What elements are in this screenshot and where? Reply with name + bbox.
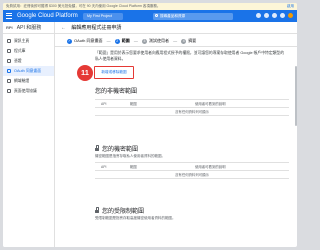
- step-label-2[interactable]: 範圍: [122, 38, 130, 43]
- stepper: ✓ OAuth 同意畫面 — 2 範圍 — 3 測試使用者 — 4 摘要: [55, 34, 297, 47]
- scopes-description: 「範圍」是用於表示您要求使用者向應用程式授予的權限，並可讓您的專案存取使用者 G…: [95, 51, 285, 61]
- section-subtitle: 機密範圍是指會存取私人使用者資料的範圍。: [95, 154, 165, 158]
- step-separator: —: [173, 38, 178, 43]
- step-number-4: 4: [181, 39, 187, 44]
- top-icons: [256, 13, 293, 18]
- search-icon: [155, 14, 158, 18]
- consent-icon: [7, 68, 11, 73]
- non-sensitive-scopes-section: 您的非機密範圍 API 範圍 使用者可看到的說明 沒有任何資料列可顯示: [95, 88, 289, 116]
- scopes-table: API 範圍 使用者可看到的說明 沒有任何資料列可顯示: [95, 99, 289, 116]
- more-icon[interactable]: [280, 13, 285, 18]
- sidebar-item-page-usage[interactable]: 頁面使用協議: [3, 86, 54, 96]
- section-title: 您的受限制範圍: [95, 207, 289, 216]
- section-title: 您的非機密範圍: [95, 89, 138, 95]
- free-trial-text: 免費試用：註冊後即可獲得 $300 美元抵免額，可在 90 天內使用 Googl…: [6, 4, 161, 8]
- restricted-scopes-section: 您的受限制範圍 受限制範圍是指會存取高度機密使用者資料的範圍。: [95, 207, 289, 221]
- help-icon[interactable]: [264, 13, 269, 18]
- sidebar-header: RPI API 和服務: [3, 22, 54, 34]
- back-arrow-icon[interactable]: ←: [61, 22, 66, 34]
- dashboard-icon: [7, 38, 11, 43]
- checkbox-icon: [7, 78, 11, 83]
- sidebar-nav: 資訊主頁 程式庫 憑證 OAuth 同意畫面 網域驗證 頁面使用協議: [3, 34, 54, 96]
- notifications-icon[interactable]: [272, 13, 277, 18]
- sensitive-scopes-section: 您的機密範圍 機密範圍是指會存取私人使用者資料的範圍。 API 範圍 使用者可看…: [95, 145, 289, 179]
- sidebar-item-library[interactable]: 程式庫: [3, 46, 54, 56]
- table-header: API 範圍 使用者可看到的說明: [95, 100, 289, 108]
- lock-icon: [95, 145, 100, 151]
- add-remove-scopes-button[interactable]: 新增或移除範圍: [94, 66, 134, 79]
- table-header: API 範圍 使用者可看到的說明: [95, 163, 289, 171]
- scopes-table: API 範圍 使用者可看到的說明 沒有任何資料列可顯示: [95, 162, 289, 179]
- project-selector[interactable]: My First Project: [83, 12, 123, 20]
- brand-title[interactable]: Google Cloud Platform: [17, 12, 78, 20]
- settings-icon: [7, 88, 11, 93]
- step-separator: —: [106, 38, 111, 43]
- lock-icon: [95, 207, 100, 213]
- sidebar: RPI API 和服務 資訊主頁 程式庫 憑證 OAuth 同意畫面 網域驗證 …: [3, 22, 55, 247]
- section-subtitle: 受限制範圍是指會存取高度機密使用者資料的範圍。: [95, 216, 176, 220]
- step-label-1[interactable]: OAuth 同意畫面: [74, 38, 102, 43]
- main-content: ← 編輯應用程式註冊申請 ✓ OAuth 同意畫面 — 2 範圍 — 3 測試使用者 …: [55, 22, 297, 247]
- free-trial-banner: 免費試用：註冊後即可獲得 $300 美元抵免額，可在 90 天內使用 Googl…: [3, 3, 297, 10]
- library-icon: [7, 48, 11, 53]
- check-icon: ✓: [67, 39, 72, 44]
- sidebar-item-dashboard[interactable]: 資訊主頁: [3, 36, 54, 46]
- api-logo-icon: RPI: [6, 25, 13, 30]
- sidebar-title: API 和服務: [16, 25, 42, 31]
- top-bar: Google Cloud Platform My First Project 搜…: [3, 10, 297, 22]
- step-badge: 11: [77, 65, 93, 81]
- hamburger-menu-icon[interactable]: [6, 13, 12, 19]
- sidebar-item-oauth-consent[interactable]: OAuth 同意畫面: [3, 66, 54, 76]
- step-separator: —: [133, 38, 138, 43]
- step-label-3[interactable]: 測試使用者: [149, 38, 169, 43]
- sidebar-item-domain-verification[interactable]: 網域驗證: [3, 76, 54, 86]
- empty-row: 沒有任何資料列可顯示: [95, 171, 289, 179]
- activate-link[interactable]: 啟用: [287, 3, 294, 10]
- search-placeholder: 搜尋產品和資源: [160, 13, 186, 18]
- scrollbar[interactable]: [295, 66, 297, 126]
- gift-icon[interactable]: [256, 13, 261, 18]
- page-title: 編輯應用程式註冊申請: [71, 25, 122, 31]
- section-title: 您的機密範圍: [95, 145, 289, 154]
- browser-frame: 免費試用：註冊後即可獲得 $300 美元抵免額，可在 90 天內使用 Googl…: [3, 3, 297, 247]
- key-icon: [7, 58, 11, 63]
- sidebar-item-credentials[interactable]: 憑證: [3, 56, 54, 66]
- page-header: ← 編輯應用程式註冊申請: [55, 22, 297, 34]
- step-number-2: 2: [114, 39, 120, 44]
- step-number-3: 3: [141, 39, 147, 44]
- avatar[interactable]: [288, 13, 293, 18]
- search-input[interactable]: 搜尋產品和資源: [153, 12, 233, 20]
- empty-row: 沒有任何資料列可顯示: [95, 108, 289, 116]
- step-label-4[interactable]: 摘要: [188, 38, 196, 43]
